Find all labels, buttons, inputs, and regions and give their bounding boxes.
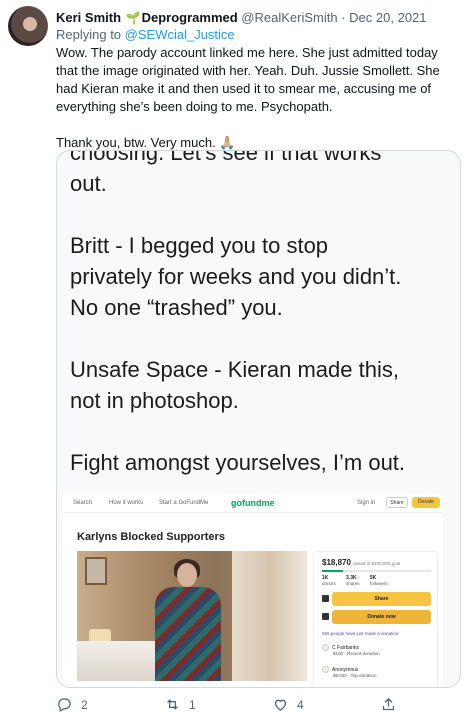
reply-count: 2 bbox=[81, 697, 88, 712]
tweet-text: Wow. The parody account linked me here. … bbox=[56, 44, 461, 152]
reply-icon bbox=[58, 698, 71, 713]
progress-bar bbox=[322, 570, 431, 572]
tweet-media-image[interactable]: choosing. Let’s see if that works out. B… bbox=[56, 150, 461, 688]
screenshot-line bbox=[70, 323, 450, 354]
screenshot-line bbox=[70, 416, 450, 447]
share-big-button: Share bbox=[332, 592, 431, 606]
sprout-icon: 🌱 bbox=[125, 11, 141, 25]
tweet-paragraph: Wow. The parody account linked me here. … bbox=[56, 45, 440, 114]
gofundme-navbar: Search How it works Start a GoFundMe gof… bbox=[63, 493, 443, 513]
stat: 5K followers bbox=[369, 575, 388, 586]
heart-icon bbox=[274, 699, 287, 711]
campaign-title: Karlyns Blocked Supporters bbox=[77, 531, 225, 543]
reply-button[interactable]: 2 bbox=[56, 696, 88, 713]
share-icon bbox=[382, 697, 395, 711]
reply-prefix: Replying to bbox=[56, 27, 125, 42]
donor-row: Anonymous $5,000 · Top donation bbox=[322, 666, 376, 678]
donor-row: C Fairbanks $100 · Recent donation bbox=[322, 644, 380, 656]
retweet-count: 1 bbox=[189, 697, 196, 712]
campaign-stats: 1K donors 3.3K shares 5K followers bbox=[322, 575, 397, 586]
screenshot-line: Fight amongst yourselves, I’m out. bbox=[70, 450, 406, 475]
like-count: 4 bbox=[297, 697, 304, 712]
raised-amount: $18,870 raised of $100,000 goal bbox=[322, 558, 401, 567]
gfm-nav-start: Start a GoFundMe bbox=[159, 500, 209, 506]
screenshot-line: not in photoshop. bbox=[70, 388, 239, 413]
stat: 3.3K shares bbox=[346, 575, 360, 586]
retweet-icon bbox=[167, 699, 178, 710]
author-handle[interactable]: @RealKeriSmith bbox=[241, 10, 337, 25]
screenshot-line: Britt - I begged you to stop bbox=[70, 233, 329, 258]
screenshot-text: out. Britt - I begged you to stop privat… bbox=[70, 168, 450, 478]
tweet-header: Keri Smith 🌱Deprogrammed @RealKeriSmith … bbox=[56, 10, 427, 26]
share-icon bbox=[322, 595, 329, 602]
gofundme-logo: gofundme bbox=[231, 498, 275, 508]
donation-panel: $18,870 raised of $100,000 goal 1K donors… bbox=[313, 551, 438, 687]
gfm-share-button: Share bbox=[386, 497, 408, 508]
screenshot-clipped-line: choosing. Let’s see if that works bbox=[70, 150, 382, 165]
donor-icon bbox=[322, 644, 329, 651]
donate-now-button: Donate now bbox=[332, 610, 431, 624]
donor-icon bbox=[322, 666, 329, 673]
author-label[interactable]: Deprogrammed bbox=[142, 10, 238, 25]
tweet-actions: 2 1 4 bbox=[56, 696, 461, 716]
screenshot-line: out. bbox=[70, 171, 107, 196]
retweet-button[interactable]: 1 bbox=[164, 696, 196, 713]
reply-context: Replying to @SEWcial_Justice bbox=[56, 27, 235, 43]
screenshot-line: No one “trashed” you. bbox=[70, 295, 283, 320]
campaign-photo bbox=[77, 551, 307, 681]
goal-text: raised of $100,000 goal bbox=[353, 561, 401, 566]
share-tweet-button[interactable] bbox=[380, 696, 397, 713]
separator-dot: · bbox=[341, 10, 346, 25]
like-button[interactable]: 4 bbox=[272, 696, 304, 713]
gfm-nav-search: Search bbox=[73, 500, 93, 506]
reply-handle-link[interactable]: @SEWcial_Justice bbox=[125, 27, 235, 42]
gofundme-screenshot: Search How it works Start a GoFundMe gof… bbox=[63, 493, 443, 687]
trend-text: 865 people have just made a donation bbox=[322, 631, 399, 636]
gfm-donate-button: Donate bbox=[412, 497, 440, 508]
screenshot-line: Unsafe Space - Kieran made this, bbox=[70, 357, 399, 382]
gfm-sign-in: Sign in bbox=[357, 500, 376, 506]
stat: 1K donors bbox=[322, 575, 336, 586]
avatar[interactable] bbox=[8, 6, 48, 46]
screenshot-line: privately for weeks and you didn’t. bbox=[70, 264, 402, 289]
heart-icon bbox=[322, 613, 329, 620]
gfm-nav-how: How it works bbox=[109, 500, 144, 506]
tweet: Keri Smith 🌱Deprogrammed @RealKeriSmith … bbox=[0, 0, 471, 721]
tweet-date[interactable]: Dec 20, 2021 bbox=[349, 10, 426, 25]
author-name[interactable]: Keri Smith bbox=[56, 10, 121, 25]
screenshot-line bbox=[70, 199, 450, 230]
